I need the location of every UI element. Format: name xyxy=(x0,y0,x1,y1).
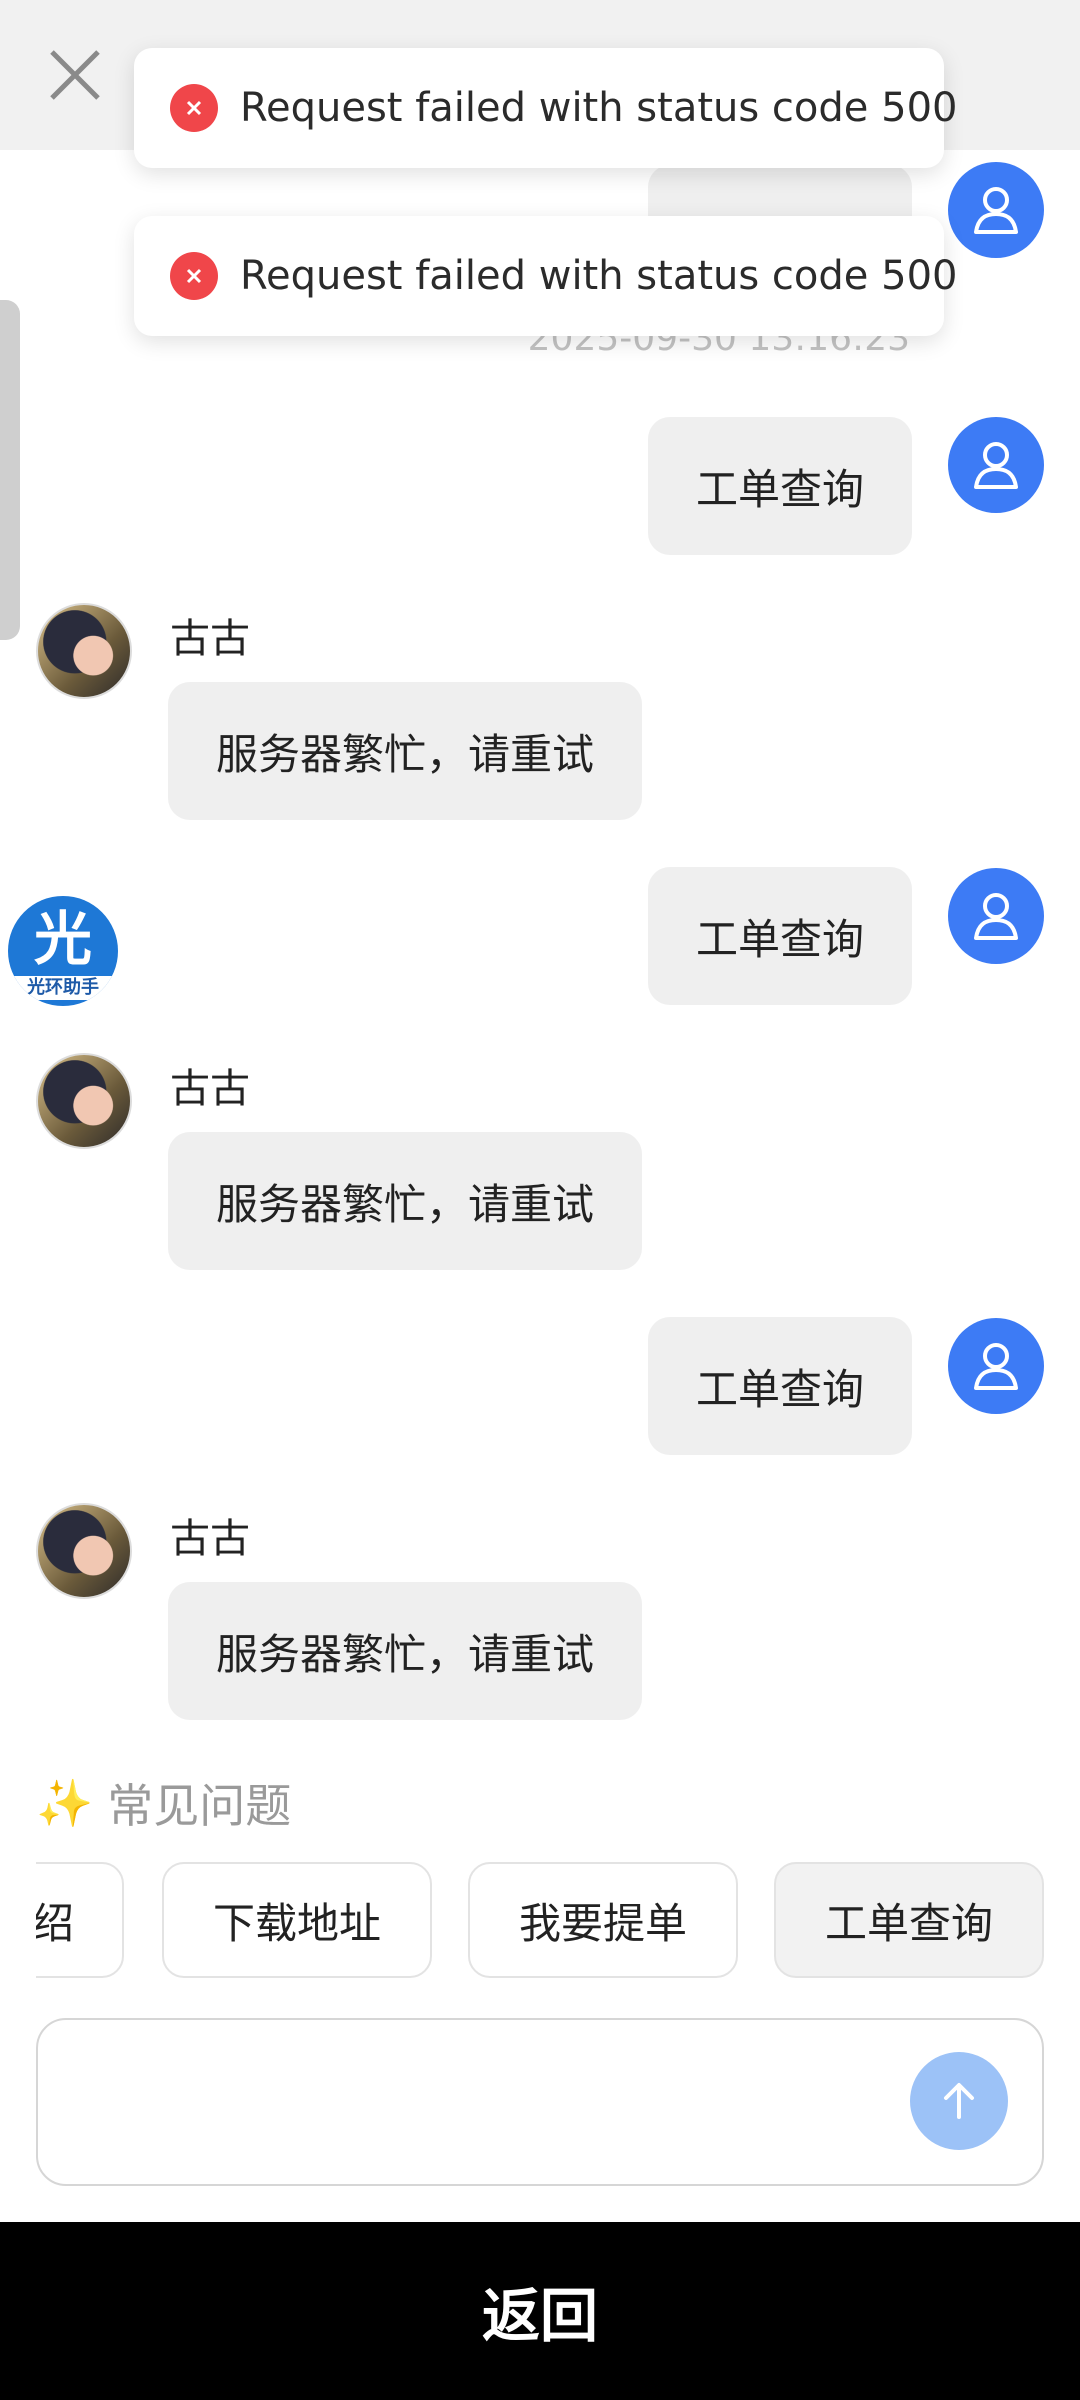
user-icon xyxy=(974,1343,1018,1390)
message-text: 服务器繁忙，请重试 xyxy=(215,1629,594,1679)
quick-reply-chip[interactable]: 下载地址 xyxy=(162,1862,432,1978)
user-message-bubble: 工单查询 xyxy=(648,417,912,555)
user-avatar xyxy=(948,417,1044,513)
user-message-bubble: 工单查询 xyxy=(648,1317,912,1455)
error-icon xyxy=(170,84,218,132)
close-icon xyxy=(50,50,100,100)
message-input[interactable] xyxy=(36,2018,1044,2186)
bot-name: 古古 xyxy=(170,616,250,662)
user-icon xyxy=(974,893,1018,940)
toast-message: Request failed with status code 500 xyxy=(240,85,958,131)
error-toast: Request failed with status code 500 xyxy=(134,216,957,336)
message-text: 工单查询 xyxy=(695,914,864,964)
bot-avatar xyxy=(36,1053,132,1149)
quick-reply-chip[interactable]: 绍 xyxy=(36,1862,124,1978)
message-text: 服务器繁忙，请重试 xyxy=(215,1179,594,1229)
faq-section-title: ✨ 常见问题 xyxy=(36,1770,291,1836)
quick-reply-row[interactable]: 绍 下载地址 我要提单 工单查询 xyxy=(36,1862,1044,1982)
error-toast: Request failed with status code 500 xyxy=(134,48,957,168)
bot-message-bubble: 服务器繁忙，请重试 xyxy=(168,1132,642,1270)
user-avatar xyxy=(948,868,1044,964)
message-text: 工单查询 xyxy=(695,1364,864,1414)
message-text: 服务器繁忙，请重试 xyxy=(215,729,594,779)
back-bar[interactable]: 返回 xyxy=(0,2222,1080,2400)
error-icon xyxy=(170,252,218,300)
user-avatar xyxy=(948,1318,1044,1414)
quick-reply-chip[interactable]: 工单查询 xyxy=(774,1862,1044,1978)
chip-label: 工单查询 xyxy=(824,1898,993,1948)
bot-message-bubble: 服务器繁忙，请重试 xyxy=(168,1582,642,1720)
user-icon xyxy=(974,187,1018,234)
toast-message: Request failed with status code 500 xyxy=(240,253,958,299)
send-button[interactable] xyxy=(910,2052,1008,2150)
chip-label: 下载地址 xyxy=(212,1898,381,1948)
side-drawer-handle[interactable] xyxy=(0,300,20,640)
bot-avatar xyxy=(36,603,132,699)
bot-message-bubble: 服务器繁忙，请重试 xyxy=(168,682,642,820)
user-icon xyxy=(974,442,1018,489)
user-message-bubble: 工单查询 xyxy=(648,867,912,1005)
assistant-logo-label: 光环助手 xyxy=(8,976,118,1000)
chip-label: 绍 xyxy=(36,1898,74,1948)
chip-label: 我要提单 xyxy=(518,1898,687,1948)
close-button[interactable] xyxy=(40,40,110,110)
sparkles-icon: ✨ xyxy=(36,1775,94,1830)
message-text: 工单查询 xyxy=(695,464,864,514)
quick-reply-chip[interactable]: 我要提单 xyxy=(468,1862,738,1978)
floating-assistant-button[interactable]: 光 光环助手 xyxy=(8,896,118,1006)
user-avatar xyxy=(948,162,1044,258)
back-button-label: 返回 xyxy=(481,2282,598,2350)
arrow-up-icon xyxy=(944,2083,974,2119)
bot-name: 古古 xyxy=(170,1516,250,1562)
faq-title-text: 常见问题 xyxy=(107,1779,292,1833)
bot-name: 古古 xyxy=(170,1066,250,1112)
bot-avatar xyxy=(36,1503,132,1599)
assistant-logo-char: 光 xyxy=(33,905,92,973)
